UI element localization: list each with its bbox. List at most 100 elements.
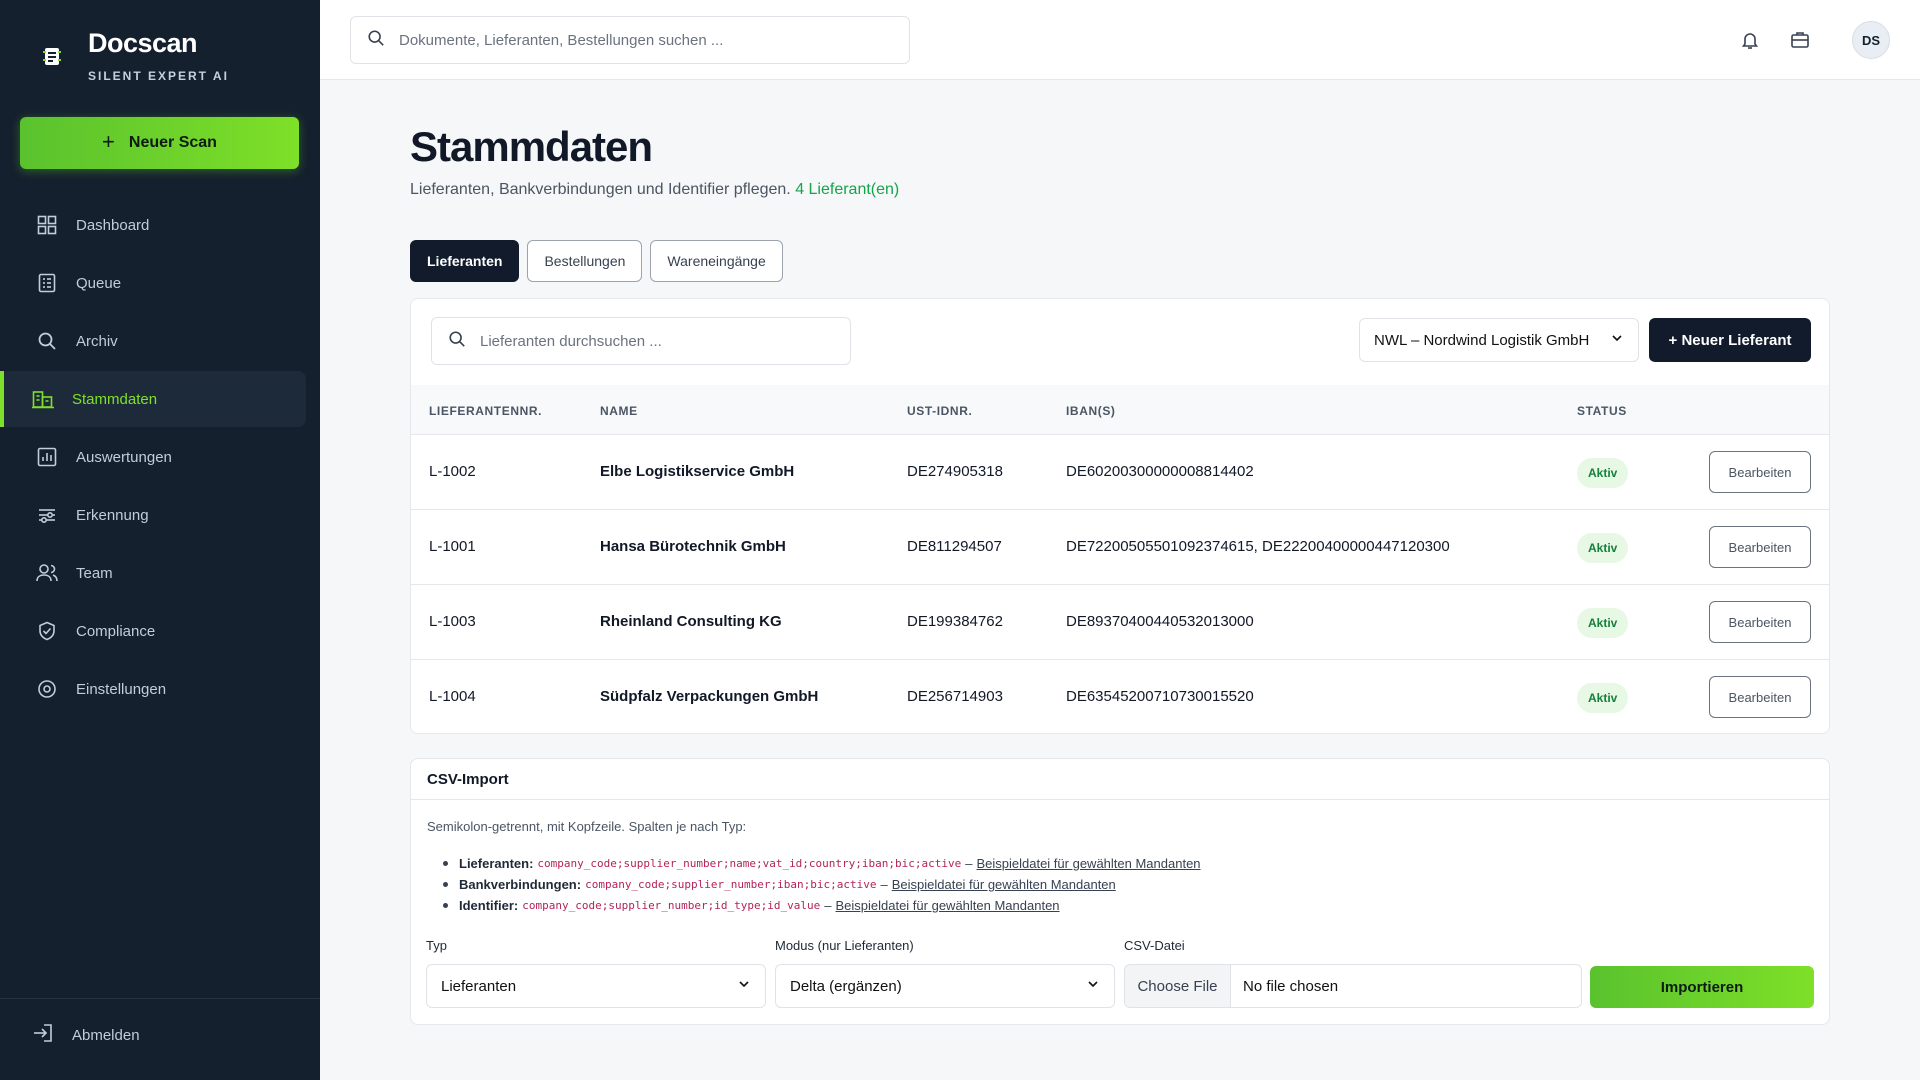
sample-file-link[interactable]: Beispieldatei für gewählten Mandanten xyxy=(976,856,1200,871)
logout-button[interactable]: Abmelden xyxy=(32,1023,140,1047)
separator: – xyxy=(824,898,832,913)
sample-file-link[interactable]: Beispieldatei für gewählten Mandanten xyxy=(892,877,1116,892)
table-row[interactable]: L-1004 Südpfalz Verpackungen GmbH DE2567… xyxy=(411,660,1829,735)
search-icon xyxy=(367,29,385,52)
supplier-search[interactable] xyxy=(431,317,851,365)
column-header-vat[interactable]: UST-IDNR. xyxy=(907,404,972,418)
mandant-select[interactable]: NWL – Nordwind Logistik GmbH xyxy=(1359,318,1639,362)
search-icon xyxy=(448,330,466,353)
top-header: DS xyxy=(320,0,1920,80)
type-select-value: Lieferanten xyxy=(441,977,517,995)
sidebar-item-erkennung[interactable]: Erkennung xyxy=(0,487,306,543)
supplier-iban: DE60200300000008814402 xyxy=(1066,463,1254,480)
sidebar-item-compliance[interactable]: Compliance xyxy=(0,603,306,659)
supplier-vat: DE811294507 xyxy=(907,538,1002,555)
csv-type-list: Lieferanten: company_code;supplier_numbe… xyxy=(443,853,1201,916)
sidebar-item-label: Queue xyxy=(76,274,122,292)
sidebar-item-stammdaten[interactable]: Stammdaten xyxy=(0,371,306,427)
chevron-down-icon xyxy=(737,977,751,995)
dashboard-icon xyxy=(36,214,58,236)
separator: – xyxy=(965,856,973,871)
sidebar-item-label: Archiv xyxy=(76,332,118,350)
type-select[interactable]: Lieferanten xyxy=(426,964,766,1008)
bell-icon[interactable] xyxy=(1736,26,1764,54)
bullet-icon xyxy=(443,903,448,908)
bullet-icon xyxy=(443,882,448,887)
mode-select[interactable]: Delta (ergänzen) xyxy=(775,964,1115,1008)
edit-button[interactable]: Bearbeiten xyxy=(1709,526,1811,568)
logout-label: Abmelden xyxy=(72,1026,140,1044)
file-label: CSV-Datei xyxy=(1124,938,1185,953)
choose-file-button[interactable]: Choose File xyxy=(1125,965,1231,1007)
sidebar-item-queue[interactable]: Queue xyxy=(0,255,306,311)
mandant-select-value: NWL – Nordwind Logistik GmbH xyxy=(1374,331,1590,349)
supplier-vat: DE199384762 xyxy=(907,613,1003,630)
list-item: Bankverbindungen: company_code;supplier_… xyxy=(443,874,1201,895)
supplier-iban: DE72200505501092374615, DE22200400000447… xyxy=(1066,538,1450,555)
csv-import-description: Semikolon-getrennt, mit Kopfzeile. Spalt… xyxy=(427,819,747,834)
document-scan-icon xyxy=(40,44,64,68)
sidebar-item-label: Dashboard xyxy=(76,216,150,234)
supplier-card: NWL – Nordwind Logistik GmbH + Neuer Lie… xyxy=(410,298,1830,734)
sidebar-item-label: Stammdaten xyxy=(72,390,158,408)
sidebar-item-dashboard[interactable]: Dashboard xyxy=(0,197,306,253)
status-badge: Aktiv xyxy=(1577,608,1629,638)
status-badge: Aktiv xyxy=(1577,458,1629,488)
sidebar-item-label: Erkennung xyxy=(76,506,149,524)
supplier-vat: DE274905318 xyxy=(907,463,1003,480)
sidebar-item-auswertungen[interactable]: Auswertungen xyxy=(0,429,306,485)
sidebar-item-einstellungen[interactable]: Einstellungen xyxy=(0,661,306,717)
sidebar-item-archiv[interactable]: Archiv xyxy=(0,313,306,369)
supplier-number: L-1001 xyxy=(429,538,476,555)
sample-file-link[interactable]: Beispieldatei für gewählten Mandanten xyxy=(835,898,1059,913)
csv-type-label: Bankverbindungen: xyxy=(459,877,582,892)
csv-file-input[interactable]: Choose File No file chosen xyxy=(1124,964,1582,1008)
sidebar-footer: Abmelden xyxy=(0,998,320,1080)
column-header-number[interactable]: LIEFERANTENNR. xyxy=(429,404,542,418)
global-search[interactable] xyxy=(350,16,910,64)
table-row[interactable]: L-1001 Hansa Bürotechnik GmbH DE81129450… xyxy=(411,510,1829,585)
edit-button[interactable]: Bearbeiten xyxy=(1709,451,1811,493)
table-row[interactable]: L-1003 Rheinland Consulting KG DE1993847… xyxy=(411,585,1829,660)
tab-bestellungen[interactable]: Bestellungen xyxy=(527,240,643,282)
app-logo[interactable]: Docscan SILENT EXPERT AI xyxy=(40,28,229,83)
column-header-name[interactable]: NAME xyxy=(600,404,638,418)
page-subtitle: Lieferanten, Bankverbindungen und Identi… xyxy=(410,181,899,199)
search-icon xyxy=(36,330,58,352)
supplier-iban: DE63545200710730015520 xyxy=(1066,688,1254,705)
users-icon xyxy=(36,562,58,584)
user-avatar[interactable]: DS xyxy=(1852,21,1890,59)
page-subtitle-text: Lieferanten, Bankverbindungen und Identi… xyxy=(410,181,791,198)
edit-button[interactable]: Bearbeiten xyxy=(1709,601,1811,643)
tab-wareneingaenge[interactable]: Wareneingänge xyxy=(650,240,783,282)
chevron-down-icon xyxy=(1610,331,1624,349)
supplier-iban: DE89370400440532013000 xyxy=(1066,613,1254,630)
edit-button[interactable]: Bearbeiten xyxy=(1709,676,1811,718)
sidebar-item-label: Compliance xyxy=(76,622,156,640)
new-supplier-button[interactable]: + Neuer Lieferant xyxy=(1649,318,1811,362)
chevron-down-icon xyxy=(1086,977,1100,995)
csv-import-title: CSV-Import xyxy=(411,759,1829,800)
table-row[interactable]: L-1002 Elbe Logistikservice GmbH DE27490… xyxy=(411,435,1829,510)
briefcase-icon[interactable] xyxy=(1786,26,1814,54)
csv-type-label: Lieferanten: xyxy=(459,856,534,871)
app-tagline: SILENT EXPERT AI xyxy=(88,69,229,83)
supplier-name: Hansa Bürotechnik GmbH xyxy=(600,538,786,555)
import-button[interactable]: Importieren xyxy=(1590,966,1814,1008)
supplier-number: L-1004 xyxy=(429,688,476,705)
new-scan-button[interactable]: + Neuer Scan xyxy=(20,117,299,169)
tab-lieferanten[interactable]: Lieferanten xyxy=(410,240,520,282)
supplier-name: Rheinland Consulting KG xyxy=(600,613,782,630)
csv-type-columns: company_code;supplier_number;name;vat_id… xyxy=(537,857,962,870)
column-header-iban[interactable]: IBAN(S) xyxy=(1066,404,1116,418)
supplier-search-input[interactable] xyxy=(480,332,840,350)
type-label: Typ xyxy=(426,938,447,953)
table-header: LIEFERANTENNR. NAME UST-IDNR. IBAN(S) ST… xyxy=(411,385,1829,435)
supplier-number: L-1002 xyxy=(429,463,476,480)
column-header-status[interactable]: STATUS xyxy=(1577,404,1627,418)
sidebar-item-team[interactable]: Team xyxy=(0,545,306,601)
supplier-number: L-1003 xyxy=(429,613,476,630)
global-search-input[interactable] xyxy=(399,31,879,49)
list-item: Identifier: company_code;supplier_number… xyxy=(443,895,1201,916)
csv-type-columns: company_code;supplier_number;id_type;id_… xyxy=(522,899,821,912)
